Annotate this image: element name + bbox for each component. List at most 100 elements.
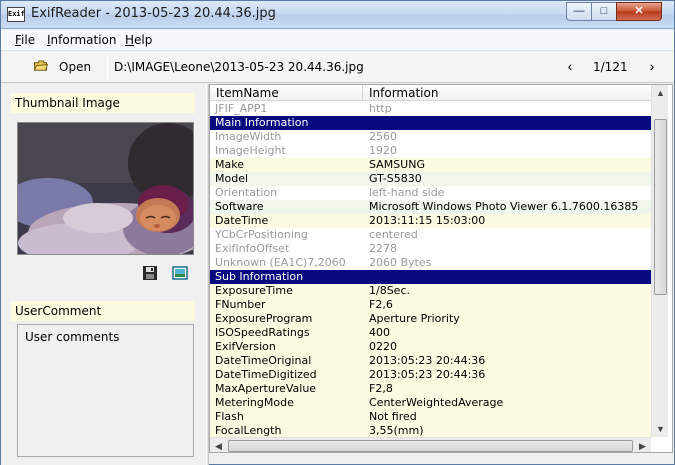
page-counter: 1/121 <box>593 60 628 74</box>
menu-file[interactable]: File <box>15 33 35 47</box>
information-cell: 2013:05:23 20:44:36 <box>369 354 486 367</box>
minimize-button[interactable]: — <box>566 2 592 21</box>
app-logo-icon: Exif <box>7 7 25 22</box>
table-row[interactable]: Orientation left-hand side <box>210 186 658 200</box>
scroll-left-icon[interactable]: ◀ <box>210 438 227 452</box>
menu-file-label: ile <box>21 33 36 47</box>
open-button-label: Open <box>59 60 92 74</box>
menu-help[interactable]: Help <box>125 33 152 47</box>
table-row[interactable]: ExifInfoOffset 2278 <box>210 242 658 256</box>
item-name-cell: Orientation <box>215 186 278 199</box>
item-name-cell: FocalLength <box>215 424 282 437</box>
item-name-cell: FNumber <box>215 298 266 311</box>
table-row[interactable]: ExifVersion 0220 <box>210 340 658 354</box>
item-name-cell: MeteringMode <box>215 396 294 409</box>
menu-bar: File Information Help <box>1 30 674 51</box>
information-cell: centered <box>369 228 418 241</box>
table-row[interactable]: Flash Not fired <box>210 410 658 424</box>
table-row[interactable]: DateTimeDigitized 2013:05:23 20:44:36 <box>210 368 658 382</box>
item-name-cell: ExifVersion <box>215 340 276 353</box>
item-name-cell: ExposureProgram <box>215 312 313 325</box>
vertical-scrollbar[interactable]: ▲ ▼ <box>651 85 668 437</box>
menu-help-accel: H <box>125 33 135 47</box>
left-pane: Thumbnail Image UserComment User comment… <box>1 84 206 465</box>
column-header-itemname[interactable]: ItemName <box>216 86 279 100</box>
table-row[interactable]: JFIF_APP1 http <box>210 102 658 116</box>
item-name-cell: ImageWidth <box>215 130 282 143</box>
information-cell: 2278 <box>369 242 397 255</box>
information-cell: 0220 <box>369 340 397 353</box>
user-comment-field[interactable]: User comments <box>17 324 194 457</box>
thumbnail-image <box>17 122 194 255</box>
information-cell: F2,8 <box>369 382 393 395</box>
thumbnail-header: Thumbnail Image <box>11 93 195 113</box>
close-button[interactable]: ✕ <box>616 2 662 21</box>
item-name-cell: Model <box>215 172 249 185</box>
item-name-cell: ExifInfoOffset <box>215 242 290 255</box>
table-row[interactable]: MeteringMode CenterWeightedAverage <box>210 396 658 410</box>
information-cell: 2013:05:23 20:44:36 <box>369 368 486 381</box>
table-row[interactable]: ExposureTime 1/8Sec. <box>210 284 658 298</box>
item-name-cell: JFIF_APP1 <box>215 102 268 115</box>
horizontal-scrollbar[interactable]: ◀ ▶ <box>210 437 651 452</box>
information-cell: 2560 <box>369 130 397 143</box>
menu-information[interactable]: Information <box>47 33 116 47</box>
item-name-cell: Make <box>215 158 244 171</box>
table-row[interactable]: FocalLength 3,55(mm) <box>210 424 658 438</box>
item-name-cell: ExposureTime <box>215 284 293 297</box>
vertical-scroll-thumb[interactable] <box>654 119 667 295</box>
table-row[interactable]: Unknown (EA1C)7,2060 2060 Bytes <box>210 256 658 270</box>
item-name-cell: YCbCrPositioning <box>215 228 308 241</box>
item-name-cell: Unknown (EA1C)7,2060 <box>215 256 346 269</box>
information-cell: 400 <box>369 326 390 339</box>
item-name-cell: DateTimeOriginal <box>215 354 312 367</box>
information-cell: Microsoft Windows Photo Viewer 6.1.7600.… <box>369 200 639 213</box>
table-row[interactable]: ImageWidth 2560 <box>210 130 658 144</box>
scroll-down-icon[interactable]: ▼ <box>652 421 669 437</box>
table-row[interactable]: ExposureProgram Aperture Priority <box>210 312 658 326</box>
scroll-up-icon[interactable]: ▲ <box>652 85 669 101</box>
column-header-information[interactable]: Information <box>369 86 438 100</box>
item-name-cell: MaxApertureValue <box>215 382 317 395</box>
information-cell: 2060 Bytes <box>369 256 432 269</box>
information-cell: GT-S5830 <box>369 172 422 185</box>
item-name-cell: ISOSpeedRatings <box>215 326 310 339</box>
information-cell: Not fired <box>369 410 417 423</box>
view-image-icon[interactable] <box>172 265 188 281</box>
next-image-button[interactable]: › <box>645 58 659 74</box>
information-cell: 3,55(mm) <box>369 424 424 437</box>
section-header-row[interactable]: Sub Information <box>210 270 658 284</box>
table-row[interactable]: DateTime 2013:11:15 15:03:00 <box>210 214 658 228</box>
information-cell: http <box>369 102 392 115</box>
table-row[interactable]: FNumber F2,6 <box>210 298 658 312</box>
information-cell: left-hand side <box>369 186 445 199</box>
table-row[interactable]: Software Microsoft Windows Photo Viewer 6… <box>210 200 658 214</box>
table-row[interactable]: ImageHeight 1920 <box>210 144 658 158</box>
maximize-button[interactable]: □ <box>591 2 617 21</box>
menu-information-label: nformation <box>50 33 117 47</box>
table-row[interactable]: YCbCrPositioning centered <box>210 228 658 242</box>
column-separator[interactable] <box>362 85 363 101</box>
save-icon[interactable] <box>142 265 158 281</box>
previous-image-button[interactable]: ‹ <box>563 58 577 74</box>
table-row[interactable]: ISOSpeedRatings 400 <box>210 326 658 340</box>
menu-help-label: elp <box>134 33 153 47</box>
table-row[interactable]: DateTimeOriginal 2013:05:23 20:44:36 <box>210 354 658 368</box>
table-row[interactable]: MaxApertureValue F2,8 <box>210 382 658 396</box>
information-cell: SAMSUNG <box>369 158 425 171</box>
section-header-row[interactable]: Main Information <box>210 116 658 130</box>
open-folder-icon <box>33 60 49 71</box>
information-cell: 1920 <box>369 144 397 157</box>
information-cell: 2013:11:15 15:03:00 <box>369 214 486 227</box>
table-row[interactable]: Model GT-S5830 <box>210 172 658 186</box>
table-row[interactable]: Make SAMSUNG <box>210 158 658 172</box>
user-comment-text: User comments <box>25 330 120 344</box>
scroll-right-icon[interactable]: ▶ <box>634 438 651 452</box>
toolbar: Open D:\IMAGE\Leone\2013-05-23 20.44.36.… <box>1 52 674 83</box>
horizontal-scroll-thumb[interactable] <box>228 440 633 452</box>
user-comment-header: UserComment <box>11 301 195 321</box>
information-cell: F2,6 <box>369 298 393 311</box>
file-path: D:\IMAGE\Leone\2013-05-23 20.44.36.jpg <box>114 60 364 74</box>
open-button[interactable]: Open <box>29 59 99 77</box>
item-name-cell: DateTime <box>215 214 269 227</box>
